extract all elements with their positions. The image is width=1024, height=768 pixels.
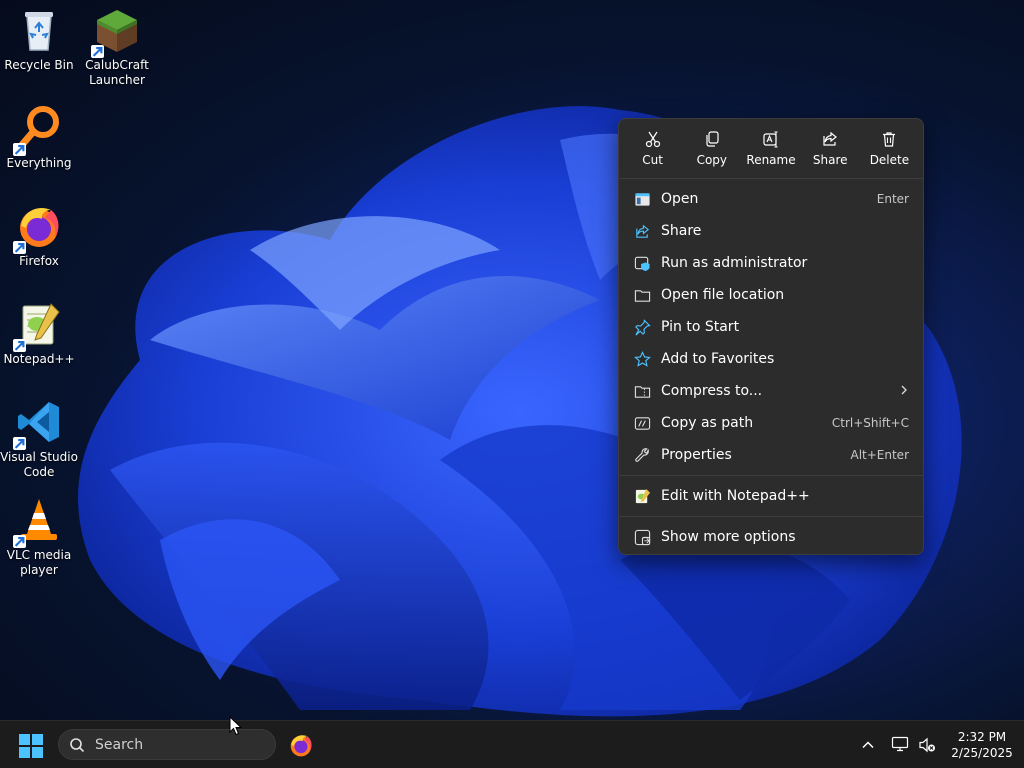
share-label: Share: [812, 153, 848, 167]
speaker-muted-icon: [919, 737, 935, 753]
desktop-icon-vlc[interactable]: VLC media player: [0, 496, 78, 578]
search-icon: [70, 737, 85, 752]
menu-item-edit-with-notepad-plus-plus[interactable]: Edit with Notepad++: [619, 480, 923, 512]
taskbar-search-box[interactable]: Search: [58, 729, 276, 760]
delete-label: Delete: [869, 153, 910, 167]
desktop-icon-label: CalubCraft Launcher: [85, 58, 149, 87]
show-hidden-icons-button[interactable]: [860, 737, 876, 753]
shortcut-arrow-icon: [13, 339, 26, 352]
menu-item-copy-as-path[interactable]: Copy as path Ctrl+Shift+C: [619, 407, 923, 439]
search-placeholder: Search: [95, 736, 144, 753]
shortcut-arrow-icon: [91, 45, 104, 58]
menu-item-label: Pin to Start: [661, 319, 740, 335]
rename-button[interactable]: Rename: [741, 119, 800, 178]
desktop-icon-recycle-bin[interactable]: Recycle Bin: [0, 6, 78, 73]
menu-item-label: Copy as path: [661, 415, 754, 431]
folder-icon: [633, 286, 651, 304]
shortcut-arrow-icon: [13, 535, 26, 548]
mouse-cursor-icon: [229, 716, 243, 736]
cut-label: Cut: [642, 153, 663, 167]
delete-button[interactable]: Delete: [860, 119, 919, 178]
network-status-button[interactable]: [891, 735, 909, 753]
desktop-icon-everything[interactable]: Everything: [0, 104, 78, 171]
menu-separator: [619, 516, 923, 517]
network-monitor-icon: [891, 736, 909, 752]
share-icon: [633, 222, 651, 240]
menu-separator: [619, 475, 923, 476]
trash-icon: [883, 132, 896, 147]
firefox-icon: [290, 735, 312, 757]
desktop-icon-label: VLC media player: [6, 548, 72, 577]
wrench-icon: [633, 446, 651, 464]
desktop-icon-visual-studio-code[interactable]: Visual Studio Code: [0, 398, 78, 480]
share-button[interactable]: Share: [801, 119, 860, 178]
shield-window-icon: [633, 254, 651, 272]
menu-item-label: Properties: [661, 447, 732, 463]
copy-path-icon: [633, 414, 651, 432]
start-button[interactable]: [19, 734, 43, 758]
menu-item-label: Edit with Notepad++: [661, 488, 810, 504]
notepad-plus-plus-icon: [633, 487, 651, 505]
context-menu: Cut Copy Rename Share Delete Open Enter …: [618, 118, 924, 555]
clock-date: 2/25/2025: [951, 746, 1013, 760]
copy-button[interactable]: Copy: [682, 119, 741, 178]
clock-time: 2:32 PM: [957, 730, 1007, 744]
open-window-icon: [633, 190, 651, 208]
menu-item-open-file-location[interactable]: Open file location: [619, 279, 923, 311]
notepad-plus-plus-icon: [13, 300, 63, 352]
rename-icon: [763, 131, 778, 148]
zip-folder-icon: [633, 382, 651, 400]
desktop-icon-firefox[interactable]: Firefox: [0, 202, 78, 269]
menu-item-label: Run as administrator: [661, 255, 808, 271]
chevron-right-icon: [899, 384, 909, 398]
menu-item-shortcut: Alt+Enter: [850, 448, 909, 462]
menu-item-shortcut: Ctrl+Shift+C: [831, 416, 909, 430]
quick-actions-bar: Cut Copy Rename Share Delete: [619, 119, 923, 179]
menu-item-share[interactable]: Share: [619, 215, 923, 247]
recycle-bin-icon: [15, 6, 63, 54]
menu-item-shortcut: Enter: [876, 192, 909, 206]
copy-icon: [706, 131, 719, 147]
menu-item-label: Open: [661, 191, 699, 207]
pin-icon: [633, 318, 651, 336]
more-options-icon: [633, 528, 651, 546]
cut-button[interactable]: Cut: [623, 119, 682, 178]
menu-item-show-more-options[interactable]: Show more options: [619, 521, 923, 553]
desktop-icon-notepad-plus-plus[interactable]: Notepad++: [0, 300, 78, 367]
menu-item-compress-to[interactable]: Compress to...: [619, 375, 923, 407]
menu-item-label: Add to Favorites: [661, 351, 775, 367]
menu-item-label: Open file location: [661, 287, 785, 303]
menu-item-properties[interactable]: Properties Alt+Enter: [619, 439, 923, 471]
desktop-icon-label: Visual Studio Code: [0, 450, 78, 479]
desktop-icon-label: Recycle Bin: [4, 58, 74, 72]
windows-logo-icon: [19, 734, 43, 758]
everything-search-icon: [13, 104, 63, 156]
menu-item-open[interactable]: Open Enter: [619, 183, 923, 215]
copy-label: Copy: [696, 153, 728, 167]
shortcut-arrow-icon: [13, 241, 26, 254]
chevron-up-icon: [862, 741, 874, 749]
minecraft-grass-block-icon: [91, 6, 141, 58]
firefox-icon: [13, 202, 63, 254]
taskbar: Search 2:32 PM 2/25/2025: [0, 720, 1024, 768]
desktop-icon-calubcraft-launcher[interactable]: CalubCraft Launcher: [78, 6, 156, 88]
menu-item-label: Share: [661, 223, 702, 239]
menu-item-pin-to-start[interactable]: Pin to Start: [619, 311, 923, 343]
shortcut-arrow-icon: [13, 437, 26, 450]
menu-item-label: Compress to...: [661, 383, 763, 399]
star-icon: [633, 350, 651, 368]
share-icon: [823, 131, 838, 146]
menu-item-add-to-favorites[interactable]: Add to Favorites: [619, 343, 923, 375]
menu-item-label: Show more options: [661, 529, 796, 545]
taskbar-clock[interactable]: 2:32 PM 2/25/2025: [944, 729, 1020, 761]
vscode-icon: [13, 398, 63, 450]
shortcut-arrow-icon: [13, 143, 26, 156]
scissors-icon: [645, 131, 660, 148]
menu-item-run-as-administrator[interactable]: Run as administrator: [619, 247, 923, 279]
volume-button[interactable]: [918, 736, 936, 754]
rename-label: Rename: [746, 153, 796, 167]
context-menu-list: Open Enter Share Run as administrator Op…: [619, 179, 923, 553]
taskbar-firefox-button[interactable]: [288, 732, 314, 758]
vlc-cone-icon: [13, 496, 63, 548]
